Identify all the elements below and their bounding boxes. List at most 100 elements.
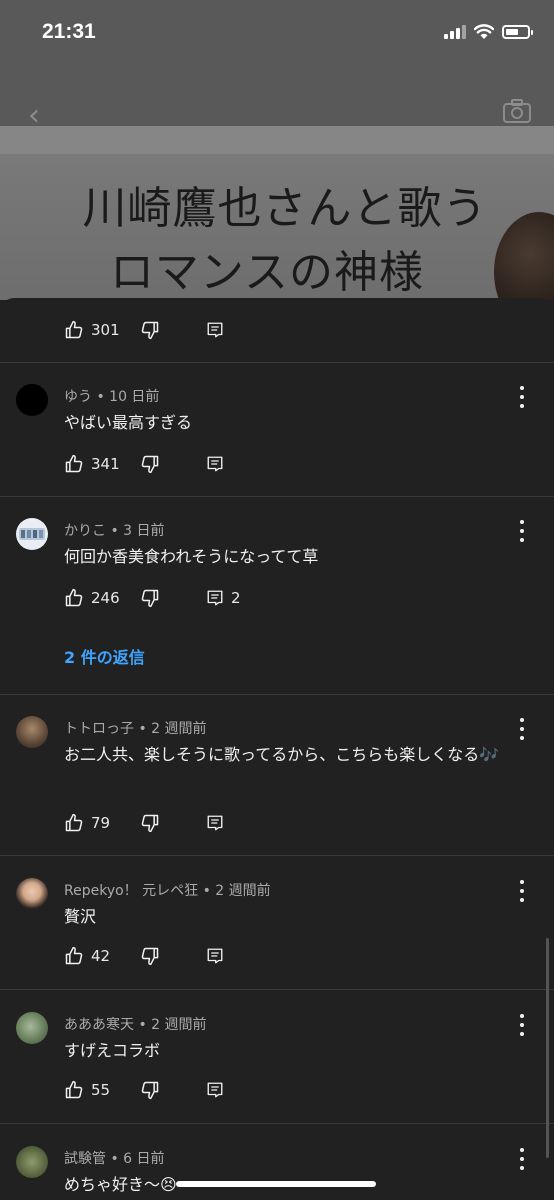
like-count: 301 [91, 321, 120, 339]
comment-meta: ゆう • 10 日前 [64, 389, 160, 405]
more-vert-icon[interactable] [514, 1014, 530, 1036]
comment-time: 2 週間前 [151, 1017, 207, 1033]
more-vert-icon[interactable] [514, 880, 530, 902]
like-button[interactable]: 55 [64, 1079, 140, 1101]
comment-meta: かりこ • 3 日前 [64, 523, 165, 539]
comment-icon [207, 590, 223, 606]
comment-actions: 246 2 [64, 587, 241, 609]
video-title-line2: ロマンスの神様 [109, 247, 425, 298]
dislike-button[interactable] [140, 812, 206, 834]
back-chevron-icon[interactable]: ‹ [28, 98, 40, 133]
more-vert-icon[interactable] [514, 1148, 530, 1170]
comment-text: 贅沢 [64, 907, 97, 926]
thumb-up-icon [65, 320, 83, 339]
comment-meta: あああ寒天 • 2 週間前 [64, 1017, 207, 1033]
home-indicator[interactable] [176, 1181, 376, 1187]
avatar[interactable] [16, 384, 48, 416]
comment-actions: 79 [64, 812, 224, 834]
thumb-up-icon [65, 946, 83, 965]
cellular-signal-icon [444, 25, 466, 39]
thumb-up-icon [65, 1080, 83, 1099]
more-vert-icon[interactable] [514, 718, 530, 740]
view-replies-link[interactable]: 2 件の返信 [64, 644, 145, 668]
dislike-button[interactable] [140, 945, 206, 967]
thumb-up-icon [65, 813, 83, 832]
reply-button[interactable] [206, 319, 224, 341]
like-count: 79 [91, 814, 111, 832]
comment-author: Repekyo！ 元レペ狂 [64, 883, 199, 899]
reply-button[interactable]: 2 [206, 587, 241, 609]
like-count: 246 [91, 589, 120, 607]
divider [0, 694, 554, 695]
comment-icon [207, 1082, 223, 1098]
comment-time: 6 日前 [123, 1151, 165, 1167]
more-vert-icon[interactable] [514, 520, 530, 542]
scrollbar[interactable] [546, 938, 549, 1158]
comment-meta: Repekyo！ 元レペ狂 • 2 週間前 [64, 883, 271, 899]
thumb-up-icon [65, 588, 83, 607]
avatar[interactable] [16, 716, 48, 748]
comment-author: 試験管 [64, 1151, 106, 1167]
dislike-button[interactable] [140, 587, 206, 609]
comment-time: 10 日前 [109, 389, 160, 405]
comment-icon [207, 815, 223, 831]
video-title-line1: 川崎鷹也さんと歌う [82, 183, 488, 234]
comment-time: 2 週間前 [151, 721, 207, 737]
divider [0, 855, 554, 856]
dislike-button[interactable] [140, 319, 206, 341]
wifi-icon [474, 24, 494, 39]
thumb-down-icon [141, 589, 159, 608]
comment-author: あああ寒天 [64, 1017, 134, 1033]
like-count: 341 [91, 455, 120, 473]
thumb-down-icon [141, 455, 159, 474]
dislike-button[interactable] [140, 1079, 206, 1101]
more-vert-icon[interactable] [514, 386, 530, 408]
status-time: 21:31 [42, 20, 96, 43]
avatar[interactable] [16, 878, 48, 910]
avatar[interactable] [16, 1146, 48, 1178]
like-button[interactable]: 79 [64, 812, 140, 834]
comment-text: やばい最高すぎる [64, 413, 193, 432]
video-player[interactable]: 川崎鷹也さんと歌う ロマンスの神様 ‹ [0, 0, 554, 300]
thumb-down-icon [141, 321, 159, 340]
reply-button[interactable] [206, 1079, 224, 1101]
like-count: 55 [91, 1081, 111, 1099]
comment-text: お二人共、楽しそうに歌ってるから、こちらも楽しくなる🎶 [64, 745, 500, 764]
dislike-button[interactable] [140, 453, 206, 475]
comment-time: 2 週間前 [215, 883, 271, 899]
comments-sheet: 301 ゆう • 10 日前 やばい最高すぎる 341 かりこ • 3 日前 何… [0, 298, 554, 1200]
like-button[interactable]: 42 [64, 945, 140, 967]
like-button[interactable]: 246 [64, 587, 140, 609]
comment-actions: 341 [64, 453, 224, 475]
like-button[interactable]: 301 [64, 319, 140, 341]
divider [0, 989, 554, 990]
status-icons [444, 22, 533, 42]
comment-actions: 42 [64, 945, 224, 967]
avatar[interactable] [16, 1012, 48, 1044]
thumb-down-icon [141, 947, 159, 966]
thumb-down-icon [141, 814, 159, 833]
battery-icon [502, 25, 533, 39]
comment-icon [207, 456, 223, 472]
comment-actions: 301 [64, 319, 224, 341]
like-button[interactable]: 341 [64, 453, 140, 475]
divider [0, 362, 554, 363]
comment-meta: 試験管 • 6 日前 [64, 1151, 165, 1167]
comment-actions: 55 [64, 1079, 224, 1101]
comment-author: トトロっ子 [64, 721, 134, 737]
avatar[interactable] [16, 518, 48, 550]
reply-button[interactable] [206, 453, 224, 475]
comment-author: かりこ [64, 523, 106, 539]
divider [0, 1123, 554, 1124]
reply-button[interactable] [206, 812, 224, 834]
divider [0, 496, 554, 497]
comment-time: 3 日前 [123, 523, 165, 539]
reply-button[interactable] [206, 945, 224, 967]
thumb-up-icon [65, 454, 83, 473]
thumb-down-icon [141, 1081, 159, 1100]
camera-icon[interactable] [502, 98, 532, 128]
like-count: 42 [91, 947, 111, 965]
comment-icon [207, 948, 223, 964]
comment-author: ゆう [64, 389, 92, 405]
comment-text: 何回か香美食われそうになってて草 [64, 547, 319, 566]
